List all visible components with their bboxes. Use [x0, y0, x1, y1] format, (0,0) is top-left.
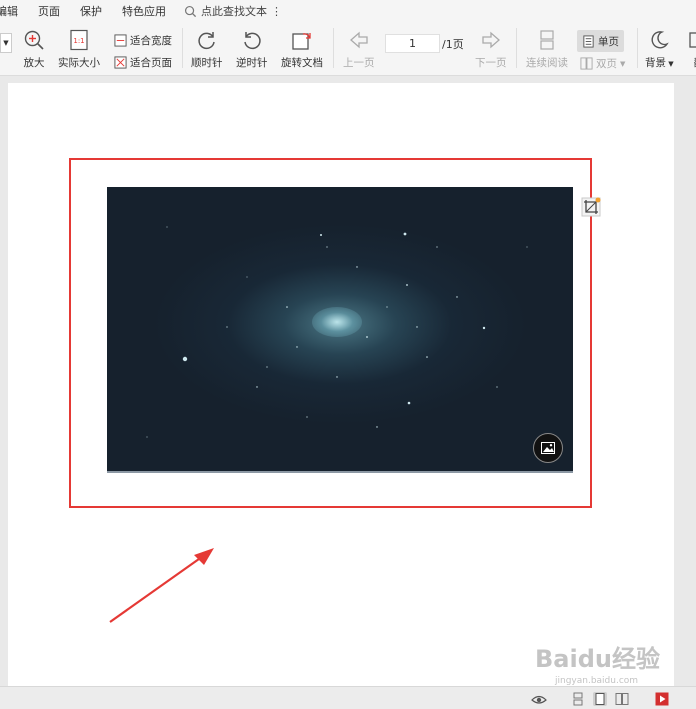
rotate-clockwise-icon [198, 32, 215, 50]
actual-size-button[interactable]: 1:1 实际大小 [58, 28, 100, 70]
toolbar-divider [182, 28, 183, 68]
fit-width-button[interactable]: 适合宽度 [114, 33, 172, 48]
rotate-clockwise-button[interactable]: 顺时针 [191, 28, 223, 70]
toolbar: ▼ 放大 1:1 实际大小 适合宽度 适合页面 顺时针 逆时针 旋转文档 上一页… [0, 22, 696, 76]
image-icon [541, 442, 555, 454]
continuous-reading-icon [540, 30, 554, 50]
continuous-reading-button[interactable]: 连续阅读 [526, 28, 568, 70]
arrow-left-icon [349, 31, 368, 49]
image-badge-button[interactable] [533, 433, 563, 463]
menu-special-apps[interactable]: 特色应用 [112, 3, 176, 19]
rotate-document-icon [292, 33, 311, 50]
rotate-counterclockwise-label: 逆时针 [236, 57, 268, 69]
fit-width-label: 适合宽度 [130, 35, 172, 47]
toolbar-divider [516, 28, 517, 68]
menu-edit[interactable]: 编辑 [0, 3, 28, 19]
toolbar-divider [637, 28, 638, 68]
prev-page-button[interactable]: 上一页 [343, 28, 375, 70]
fit-page-label: 适合页面 [130, 57, 172, 69]
continuous-reading-label: 连续阅读 [526, 57, 568, 69]
actual-size-icon: 1:1 [70, 29, 88, 51]
menu-page[interactable]: 页面 [28, 3, 70, 19]
prev-page-label: 上一页 [343, 57, 375, 69]
translate-button[interactable]: 翻 [687, 28, 696, 70]
rotate-document-label: 旋转文档 [281, 57, 323, 69]
next-page-button[interactable]: 下一页 [475, 28, 507, 70]
translate-icon [689, 32, 696, 48]
zoom-in-button[interactable]: 放大 [22, 28, 46, 70]
document-page: Baidu经验 jingyan.baidu.com [8, 83, 674, 686]
single-page-label: 单页 [598, 35, 619, 48]
single-page-button[interactable]: 单页 [577, 30, 624, 52]
actual-size-glyph: 1:1 [73, 37, 84, 45]
more-icon[interactable]: ⋮ [271, 5, 282, 18]
double-page-icon [580, 57, 593, 70]
background-label: 背景 ▼ [645, 57, 674, 69]
document-canvas[interactable]: Baidu经验 jingyan.baidu.com [0, 77, 696, 686]
red-pointer-arrow [109, 548, 214, 623]
toolbar-divider [333, 28, 334, 68]
find-text-search[interactable]: 点此查找文本 ⋮ [176, 3, 282, 19]
double-page-button[interactable]: 双页 ▼ [580, 56, 625, 71]
play-icon[interactable] [655, 692, 669, 706]
single-view-icon[interactable] [593, 692, 607, 706]
page-number-input[interactable]: 1 [385, 34, 440, 53]
continuous-view-icon[interactable] [571, 692, 585, 706]
status-bar [0, 686, 696, 709]
moon-icon [651, 31, 670, 49]
menu-protect[interactable]: 保护 [70, 3, 112, 19]
search-icon [184, 5, 197, 17]
image-bottom-edge [107, 471, 573, 473]
rotate-clockwise-label: 顺时针 [191, 57, 223, 69]
zoom-in-label: 放大 [23, 57, 45, 69]
rotate-counterclockwise-icon [244, 32, 261, 50]
baidu-watermark: Baidu经验 jingyan.baidu.com [535, 645, 660, 686]
page-total-label: /1页 [442, 38, 464, 51]
background-button[interactable]: 背景 ▼ [645, 28, 674, 70]
zoom-in-icon [24, 30, 44, 50]
starfield [146, 226, 528, 438]
galaxy-image[interactable] [107, 187, 573, 473]
chevron-down-icon: ▼ [620, 59, 626, 68]
actual-size-label: 实际大小 [58, 57, 100, 69]
watermark-url: jingyan.baidu.com [554, 676, 638, 686]
rotate-counterclockwise-button[interactable]: 逆时针 [236, 28, 268, 70]
menu-bar: 编辑 页面 保护 特色应用 点此查找文本 ⋮ [0, 0, 696, 22]
single-page-icon [583, 34, 594, 48]
watermark-brand: Baidu经验 [535, 645, 660, 673]
eye-icon[interactable] [531, 692, 547, 706]
fit-page-button[interactable]: 适合页面 [114, 55, 172, 70]
arrow-right-icon [482, 31, 500, 49]
crop-icon[interactable] [581, 197, 601, 217]
fit-width-icon [114, 34, 127, 47]
double-view-icon[interactable] [615, 692, 629, 706]
fit-page-icon [114, 56, 127, 69]
zoom-dropdown[interactable]: ▼ [0, 33, 12, 53]
find-text-label: 点此查找文本 [201, 5, 267, 18]
rotate-document-button[interactable]: 旋转文档 [281, 28, 323, 70]
next-page-label: 下一页 [475, 57, 507, 69]
double-page-label: 双页 [596, 58, 617, 70]
